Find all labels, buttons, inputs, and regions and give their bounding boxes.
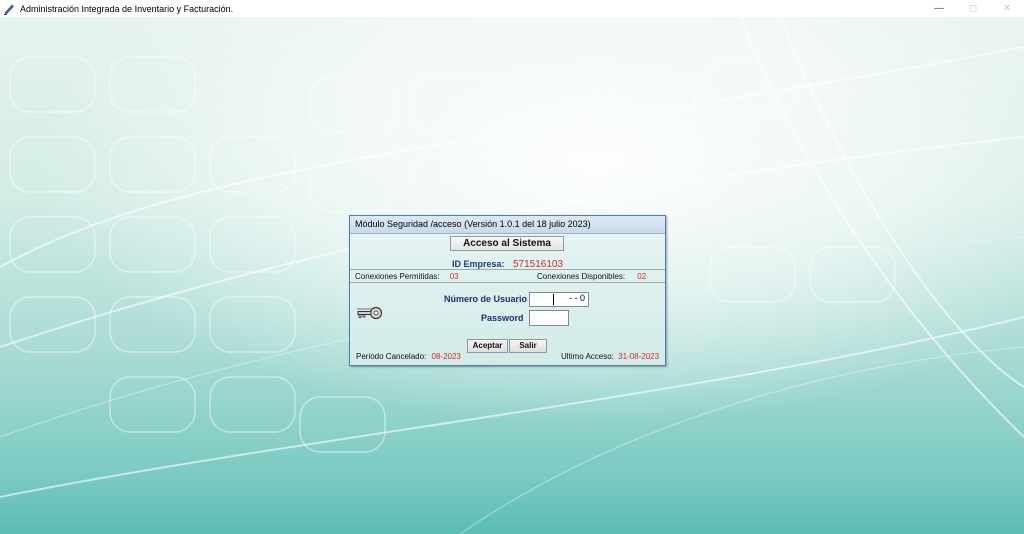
aceptar-button[interactable]: Aceptar (467, 339, 508, 353)
password-input[interactable] (529, 310, 569, 326)
window-title: Administración Integrada de Inventario y… (20, 3, 234, 14)
login-dialog: Módulo Seguridad /acceso (Versión 1.0.1 … (349, 215, 666, 366)
close-icon[interactable]: ✕ (990, 0, 1024, 17)
periodo-cancelado: Periodo Cancelado: 08-2023 (356, 352, 461, 361)
salir-button-label: Salir (519, 341, 537, 350)
separator (350, 282, 665, 283)
window-titlebar: Administración Integrada de Inventario y… (0, 0, 1024, 17)
separator (350, 269, 665, 270)
key-icon (356, 305, 384, 326)
acceso-sistema-heading: Acceso al Sistema (450, 236, 564, 251)
ultimo-acceso: Ultimo Acceso: 31-08-2023 (561, 352, 659, 361)
numero-usuario-label: Número de Usuario (444, 294, 528, 304)
minimize-icon[interactable]: — (922, 0, 956, 17)
periodo-cancelado-value: 08-2023 (431, 352, 461, 361)
text-caret (553, 294, 554, 305)
ultimo-acceso-value: 31-08-2023 (618, 352, 660, 361)
password-label: Password (481, 313, 524, 323)
maximize-icon: ◻ (968, 3, 978, 14)
app-icon (2, 2, 16, 16)
aceptar-button-label: Aceptar (472, 341, 503, 350)
conexiones-permitidas-value: 03 (449, 272, 459, 281)
conexiones-disponibles: Conexiones Disponibles: 02 (537, 272, 646, 281)
salir-button[interactable]: Salir (509, 339, 547, 353)
periodo-cancelado-label: Periodo Cancelado: (356, 352, 427, 361)
numero-usuario-input[interactable]: - - 0 (529, 292, 589, 307)
conexiones-permitidas: Conexiones Permitidas: 03 (355, 272, 459, 281)
conexiones-disponibles-value: 02 (637, 272, 647, 281)
ultimo-acceso-label: Ultimo Acceso: (561, 352, 614, 361)
id-empresa-label: ID Empresa: (451, 259, 505, 269)
conexiones-disponibles-label: Conexiones Disponibles: (537, 272, 626, 281)
dialog-title: Módulo Seguridad /acceso (Versión 1.0.1 … (350, 216, 665, 234)
window-controls: — ◻ ✕ (922, 0, 1024, 17)
conexiones-permitidas-label: Conexiones Permitidas: (355, 272, 440, 281)
